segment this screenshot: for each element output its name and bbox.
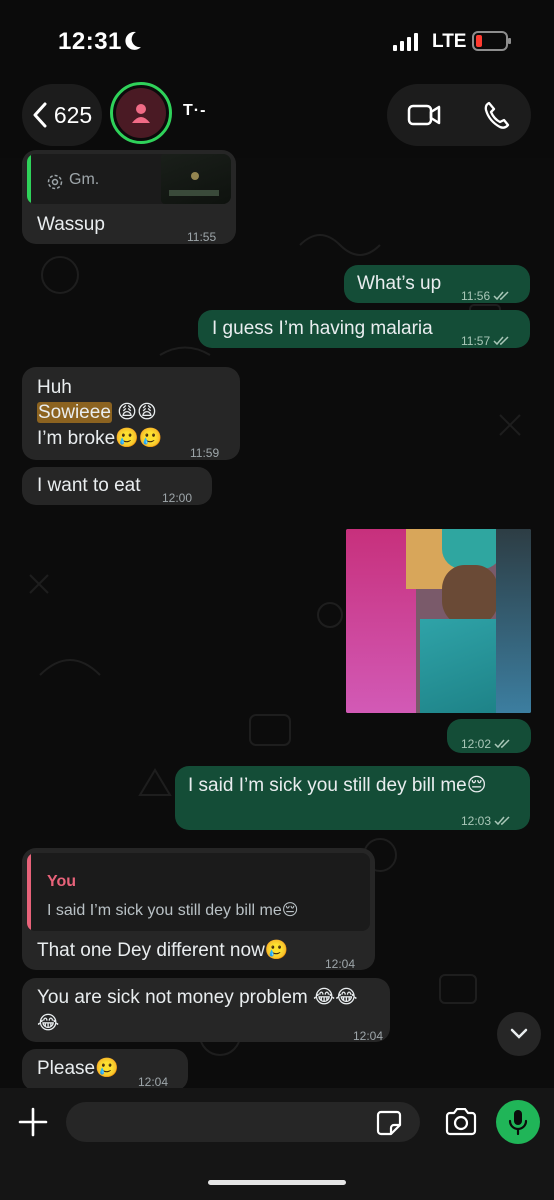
double-check-icon — [494, 739, 510, 749]
message-text: I said I’m sick you still dey bill me😔 — [188, 775, 487, 796]
message-input[interactable] — [66, 1102, 420, 1142]
message-incoming[interactable]: You I said I’m sick you still dey bill m… — [22, 848, 375, 971]
quoted-message[interactable]: You I said I’m sick you still dey bill m… — [27, 853, 370, 931]
quoted-text: Gm. — [69, 171, 100, 188]
call-actions — [387, 84, 531, 146]
double-check-icon — [493, 336, 509, 346]
avatar — [116, 88, 166, 138]
message-outgoing[interactable]: What’s up 11:56 — [344, 265, 530, 303]
message-time: 11:57 — [461, 334, 491, 348]
message-line: I’m broke🥲🥲 — [37, 428, 163, 449]
quote-author: You — [47, 873, 77, 890]
message-text: I guess I’m having malaria — [212, 318, 433, 339]
status-ring-icon — [47, 174, 63, 190]
message-text: I want to eat — [37, 475, 141, 496]
chevron-down-icon — [510, 1028, 528, 1039]
message-text: Please🥲 — [37, 1058, 119, 1079]
chat-header: 625 T·- — [0, 80, 554, 158]
double-check-icon — [493, 291, 509, 301]
moon-icon — [125, 31, 141, 50]
home-indicator — [208, 1180, 346, 1185]
message-time: 11:55 — [187, 230, 217, 244]
message-time: 12:02 — [461, 737, 492, 751]
plus-icon[interactable] — [17, 1106, 49, 1138]
quote-bar — [27, 154, 31, 204]
message-meta: 11:57 — [461, 328, 511, 354]
image-message[interactable] — [346, 529, 531, 713]
message-time: 11:59 — [190, 446, 220, 460]
message-time: 12:00 — [162, 491, 193, 505]
message-text: Wassup — [37, 214, 105, 235]
camera-icon[interactable] — [444, 1108, 478, 1136]
highlighted-word: Sowieee — [37, 402, 112, 423]
phone-icon[interactable] — [483, 100, 511, 130]
quoted-message[interactable]: Gm. — [27, 154, 231, 204]
microphone-icon — [508, 1110, 528, 1135]
quoted-text: I said I’m sick you still dey bill me😔 — [47, 902, 299, 919]
message-time: 12:04 — [325, 957, 356, 971]
message-line: 😂 — [37, 1013, 60, 1034]
message-incoming[interactable]: I want to eat 12:00 — [22, 467, 212, 505]
message-outgoing[interactable]: I said I’m sick you still dey bill me😔 1… — [175, 766, 530, 830]
contact-avatar[interactable] — [110, 82, 172, 144]
photo-region — [442, 529, 502, 569]
microphone-button[interactable] — [496, 1100, 540, 1144]
network-label: LTE — [432, 31, 467, 52]
message-meta: 12:03 — [461, 808, 512, 834]
message-incoming[interactable]: Huh Sowieee 😩😩 I’m broke🥲🥲 11:59 — [22, 367, 240, 460]
message-incoming[interactable]: Please🥲 12:04 — [22, 1049, 188, 1091]
message-text: That one Dey different now🥲 — [37, 940, 289, 961]
video-icon[interactable] — [407, 100, 441, 130]
quote-bar — [27, 853, 31, 931]
photo-region — [442, 565, 498, 625]
status-bar: 12:31 LTE — [0, 0, 554, 80]
sticker-icon[interactable] — [376, 1110, 402, 1136]
unread-count: 625 — [53, 101, 93, 128]
message-line: You are sick not money problem 😂😂 — [37, 987, 358, 1008]
message-time: 12:03 — [461, 814, 492, 828]
status-time: 12:31 — [58, 28, 122, 55]
message-line: Huh — [37, 377, 72, 398]
quoted-image — [161, 154, 231, 204]
person-icon — [132, 104, 150, 123]
message-text: What’s up — [357, 273, 442, 294]
message-incoming[interactable]: Gm. Wassup 11:55 — [22, 150, 236, 244]
signal-icon — [393, 33, 418, 51]
image-timestamp-bar: 12:02 — [447, 719, 531, 753]
photo-region — [496, 529, 531, 713]
scroll-to-bottom-button[interactable] — [497, 1012, 541, 1056]
message-incoming[interactable]: You are sick not money problem 😂😂 😂 12:0… — [22, 978, 390, 1043]
double-check-icon — [494, 816, 510, 826]
contact-name[interactable]: T·- — [183, 102, 206, 120]
chevron-left-icon — [33, 102, 47, 128]
back-button[interactable]: 625 — [22, 84, 102, 146]
message-outgoing[interactable]: I guess I’m having malaria 11:57 — [198, 310, 530, 348]
message-meta: 11:56 — [461, 283, 511, 309]
battery-icon — [472, 31, 511, 51]
message-time: 12:04 — [353, 1029, 384, 1043]
message-line: Sowieee 😩😩 — [37, 400, 157, 426]
emoji: 😩😩 — [117, 402, 157, 423]
message-meta: 12:02 — [461, 731, 512, 757]
composer-bar — [0, 1088, 554, 1200]
message-time: 11:56 — [461, 289, 491, 303]
